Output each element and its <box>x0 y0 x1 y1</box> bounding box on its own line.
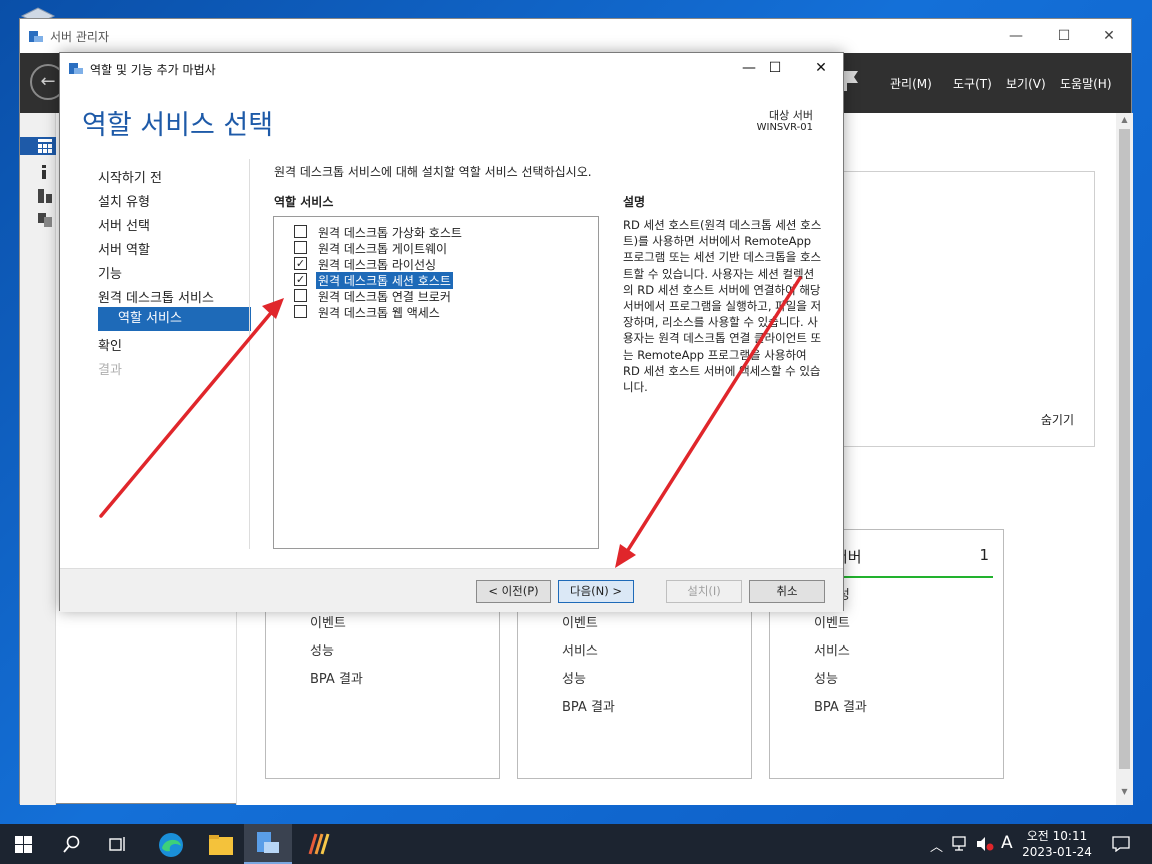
network-icon[interactable] <box>952 836 970 852</box>
notification-center-icon[interactable] <box>1112 836 1130 852</box>
maximize-button[interactable]: ☐ <box>1041 25 1087 47</box>
tray-overflow-icon[interactable]: ︿ <box>930 836 943 855</box>
service-label: 원격 데스크톱 라이선싱 <box>318 258 437 272</box>
nav-server-roles[interactable]: 서버 역할 <box>98 239 150 258</box>
wizard-icon <box>69 63 83 74</box>
checkbox[interactable] <box>294 289 307 302</box>
server-manager-title: 서버 관리자 <box>50 30 110 44</box>
server-manager-sidebar <box>20 113 56 805</box>
tile-row[interactable]: 성능 <box>562 668 586 687</box>
nav-divider <box>249 159 250 549</box>
wizard-titlebar: 역할 및 기능 추가 마법사 — ☐ ✕ <box>60 53 843 83</box>
tile-count: 1 <box>979 546 989 564</box>
tile-row[interactable]: 성능 <box>814 668 838 687</box>
tile-row[interactable]: 이벤트 <box>814 612 850 631</box>
close-button[interactable]: ✕ <box>1086 25 1132 47</box>
clock-date: 2023-01-24 <box>1022 845 1092 859</box>
service-label: 원격 데스크톱 가상화 호스트 <box>318 226 462 240</box>
file-explorer-icon[interactable] <box>208 834 234 856</box>
task-view-icon[interactable] <box>109 835 127 853</box>
nav-installation-type[interactable]: 설치 유형 <box>98 191 150 210</box>
destination-server: WINSVR-01 <box>756 122 813 133</box>
tile-row[interactable]: BPA 결과 <box>310 668 363 687</box>
install-button: 설치(I) <box>666 580 742 603</box>
checkbox-checked[interactable]: ✓ <box>294 273 307 286</box>
tile-row[interactable]: 서비스 <box>814 640 850 659</box>
add-roles-wizard: 역할 및 기능 추가 마법사 — ☐ ✕ 역할 서비스 선택 대상 서버 WIN… <box>59 52 844 612</box>
page-title: 역할 서비스 선택 <box>82 110 274 141</box>
nav-before-you-begin[interactable]: 시작하기 전 <box>98 167 162 186</box>
nav-remote-desktop-services[interactable]: 원격 데스크톱 서비스 <box>98 287 214 306</box>
tile-row[interactable]: 성능 <box>310 640 334 659</box>
nav-confirmation[interactable]: 확인 <box>98 335 122 354</box>
wizard-close-button[interactable]: ✕ <box>798 57 844 79</box>
scroll-down-icon[interactable]: ▼ <box>1116 787 1133 801</box>
taskbar-server-manager[interactable] <box>244 824 292 864</box>
menu-tools[interactable]: 도구(T) <box>953 75 992 92</box>
checkbox[interactable] <box>294 241 307 254</box>
tile-row[interactable]: BPA 결과 <box>814 696 867 715</box>
server-manager-titlebar: 서버 관리자 — ☐ ✕ <box>20 19 1131 53</box>
scroll-thumb[interactable] <box>1119 129 1130 769</box>
nav-features[interactable]: 기능 <box>98 263 122 282</box>
server-manager-taskbar-icon <box>257 832 279 853</box>
sidebar-dashboard[interactable] <box>20 137 56 155</box>
ime-indicator[interactable]: A <box>1001 833 1013 853</box>
welcome-panel: 숨기기 <box>841 171 1095 447</box>
tile-row[interactable]: 이벤트 <box>310 612 346 631</box>
nav-role-services[interactable]: 역할 서비스 <box>98 307 251 331</box>
service-label: 원격 데스크톱 웹 액세스 <box>318 306 440 320</box>
checkbox-checked[interactable]: ✓ <box>294 257 307 270</box>
menu-view[interactable]: 보기(V) <box>1006 75 1046 92</box>
dashboard-icon <box>38 139 52 153</box>
role-services-list: 원격 데스크톱 가상화 호스트 원격 데스크톱 게이트웨이 ✓ 원격 데스크톱 … <box>273 216 599 549</box>
server-manager-icon <box>29 31 43 42</box>
wizard-title: 역할 및 기능 추가 마법사 <box>90 63 216 77</box>
scroll-up-icon[interactable]: ▲ <box>1116 115 1133 129</box>
all-servers-icon[interactable] <box>38 189 52 203</box>
minimize-button[interactable]: — <box>993 25 1039 47</box>
services-heading: 역할 서비스 <box>274 195 334 209</box>
tile-row[interactable]: 이벤트 <box>562 612 598 631</box>
service-label: 원격 데스크톱 연결 브로커 <box>318 290 451 304</box>
next-button[interactable]: 다음(N) > <box>558 580 634 603</box>
instruction-text: 원격 데스크톱 서비스에 대해 설치할 역할 서비스 선택하십시오. <box>274 165 592 179</box>
file-storage-icon[interactable] <box>38 213 52 227</box>
previous-button[interactable]: < 이전(P) <box>476 580 551 603</box>
service-label: 원격 데스크톱 게이트웨이 <box>318 242 448 256</box>
service-label-selected: 원격 데스크톱 세션 호스트 <box>316 272 453 289</box>
cancel-button[interactable]: 취소 <box>749 580 825 603</box>
menu-help[interactable]: 도움말(H) <box>1060 75 1112 92</box>
checkbox[interactable] <box>294 305 307 318</box>
wizard-footer: < 이전(P) 다음(N) > 설치(I) 취소 <box>60 568 843 612</box>
hide-welcome-link[interactable]: 숨기기 <box>1041 411 1074 428</box>
wizard-maximize-button[interactable]: ☐ <box>752 57 798 79</box>
menu-manage[interactable]: 관리(M) <box>890 75 932 92</box>
search-icon[interactable] <box>63 835 81 853</box>
nav-server-selection[interactable]: 서버 선택 <box>98 215 150 234</box>
checkbox[interactable] <box>294 225 307 238</box>
description-heading: 설명 <box>623 195 646 209</box>
windows-start-icon[interactable] <box>15 836 32 853</box>
taskbar: ︿ A 오전 10:11 2023-01-24 <box>0 824 1152 864</box>
edge-browser-icon[interactable] <box>158 832 184 858</box>
app-icon[interactable] <box>304 830 334 858</box>
nav-results: 결과 <box>98 363 122 378</box>
server-manager-scrollbar[interactable]: ▲ ▼ <box>1116 113 1133 805</box>
tile-row[interactable]: 서비스 <box>562 640 598 659</box>
local-server-icon[interactable] <box>40 165 48 179</box>
clock-time: 오전 10:11 <box>1026 829 1088 843</box>
description-text: RD 세션 호스트(원격 데스크톱 세션 호스트)를 사용하면 서버에서 Rem… <box>623 218 822 395</box>
destination-label: 대상 서버 <box>769 109 813 122</box>
volume-muted-icon[interactable] <box>976 836 994 852</box>
clock[interactable]: 오전 10:11 2023-01-24 <box>1022 828 1092 860</box>
tile-row[interactable]: BPA 결과 <box>562 696 615 715</box>
